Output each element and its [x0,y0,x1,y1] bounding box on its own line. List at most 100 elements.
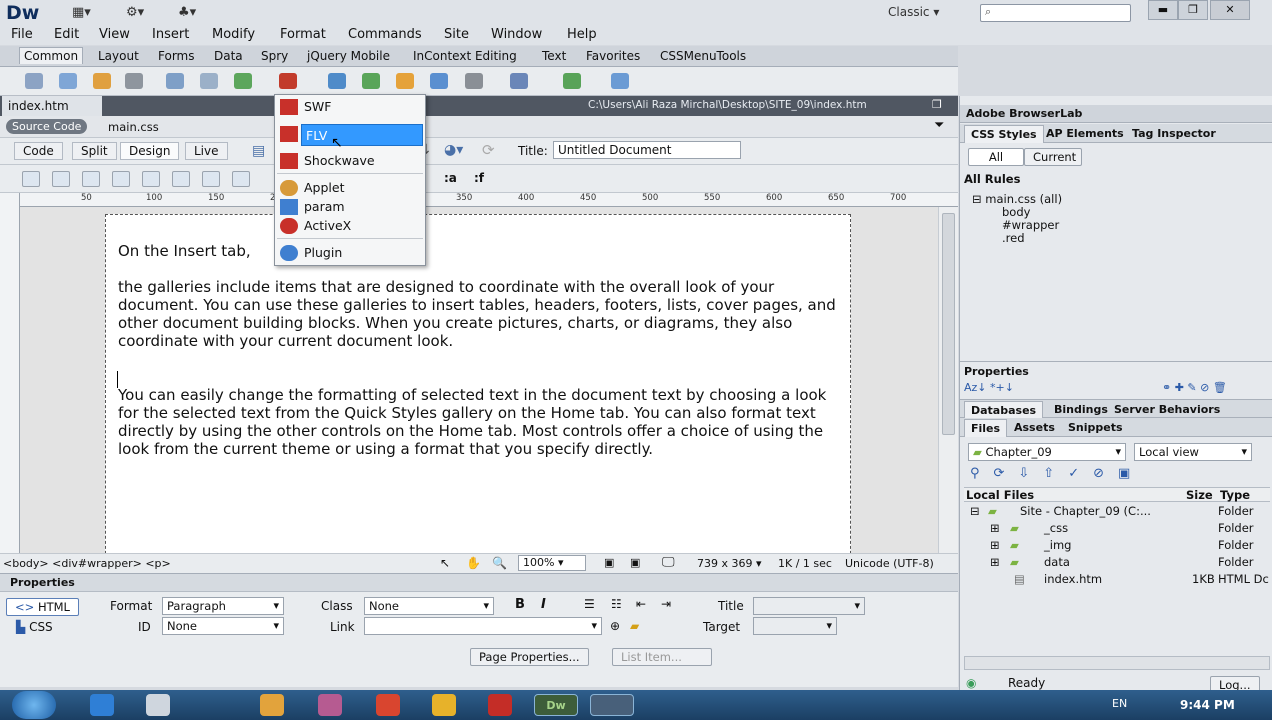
file-row-data[interactable]: ⊞ ▰ data Folder [960,555,1272,572]
zoom-tool-icon[interactable]: 🔍 [492,556,507,570]
menu-modify[interactable]: Modify [212,27,255,42]
menu-commands[interactable]: Commands [348,27,422,42]
tab-tag-inspector[interactable]: Tag Inspector [1126,125,1222,143]
menu-edit[interactable]: Edit [54,27,79,42]
tab-snippets[interactable]: Snippets [1062,419,1129,437]
css-mode-button[interactable]: ▙ CSS [16,620,53,634]
tab-data[interactable]: Data [214,49,243,63]
widget-icon[interactable] [328,73,346,89]
tab-bindings[interactable]: Bindings [1048,401,1114,419]
rule-body[interactable]: body [1002,205,1030,219]
tab-spry[interactable]: Spry [261,49,288,63]
restore-doc-icon[interactable]: ❐ [932,98,942,111]
tab-jquery-mobile[interactable]: jQuery Mobile [307,49,390,63]
app-icon[interactable] [318,694,342,716]
render-projection-icon[interactable] [112,171,130,187]
email-link-icon[interactable] [59,73,77,89]
render-screen-icon[interactable] [22,171,40,187]
menu-help[interactable]: Help [567,27,597,42]
maximize-button[interactable]: ❐ [1178,0,1208,20]
source-code-button[interactable]: Source Code [6,119,88,134]
search-input[interactable]: ⌕ [980,4,1131,22]
browse-folder-icon[interactable]: ▰ [630,619,639,633]
ie-icon[interactable] [90,694,114,716]
design-canvas[interactable]: On the Insert tab, the galleries include… [20,207,938,553]
preview-browser-icon[interactable]: ◕▾ [444,142,463,158]
file-row-css[interactable]: ⊞ ▰ _css Folder [960,521,1272,538]
hyperlink-icon[interactable] [25,73,43,89]
list-item-button[interactable]: List Item... [612,648,712,666]
table-icon[interactable] [166,73,184,89]
language-indicator[interactable]: EN [1112,697,1127,710]
script-icon[interactable] [510,73,528,89]
select-tool-icon[interactable]: ↖ [440,556,450,570]
media-icon[interactable] [279,73,297,89]
minimize-button[interactable]: ▬ [1148,0,1178,20]
css-current-button[interactable]: Current [1024,148,1082,166]
tab-assets[interactable]: Assets [1008,419,1061,437]
firefox-icon[interactable] [376,694,400,716]
split-view-button[interactable]: Split [72,142,117,160]
browserlab-header[interactable]: Adobe BrowserLab [960,105,1272,123]
acrobat-icon[interactable] [488,694,512,716]
wrapper-div[interactable]: On the Insert tab, the galleries include… [105,214,851,553]
live-view-button[interactable]: Live [185,142,228,160]
head-icon[interactable] [465,73,483,89]
desktop-size-icon[interactable]: 🖵 [662,555,675,570]
menu-item-activex[interactable]: ActiveX [276,215,424,237]
window-size[interactable]: 739 x 369 ▾ [697,557,762,570]
menu-item-swf[interactable]: SWF [276,96,424,118]
files-hscroll[interactable] [964,656,1270,670]
bold-button[interactable]: B [515,597,525,612]
page-properties-button[interactable]: Page Properties... [470,648,589,666]
rule-red[interactable]: .red [1002,231,1025,245]
collapse-icon[interactable]: ⊟ [970,504,980,518]
link-style-a[interactable]: :a [444,171,457,185]
local-files-header[interactable]: Local Files [966,488,1034,502]
tab-databases[interactable]: Databases [964,401,1044,419]
id-select[interactable]: None [162,617,284,635]
paragraph-2[interactable]: the galleries include items that are des… [118,278,848,350]
horizontal-rule-icon[interactable] [125,73,143,89]
tab-files[interactable]: Files [964,419,1008,437]
tab-forms[interactable]: Forms [158,49,194,63]
named-anchor-icon[interactable] [93,73,111,89]
size-header[interactable]: Size [1186,488,1213,502]
tablet-size-icon[interactable]: ▣ [630,556,640,569]
menu-view[interactable]: View [99,27,130,42]
layout-icon[interactable]: ▦▾ [72,5,91,20]
class-select[interactable]: None [364,597,494,615]
css-all-button[interactable]: All [968,148,1024,166]
format-select[interactable]: Paragraph [162,597,284,615]
expand-icon[interactable]: ⊞ [990,555,1000,569]
tag-selector[interactable]: <body> <div#wrapper> <p> [3,557,171,570]
zoom-select[interactable]: 100% ▾ [518,555,586,571]
panel-divider[interactable] [960,361,1272,362]
explorer-icon[interactable] [146,694,170,716]
link-style-f[interactable]: :f [474,171,484,185]
expand-icon[interactable]: ⊞ [990,538,1000,552]
hand-tool-icon[interactable]: ✋ [466,556,481,570]
menu-window[interactable]: Window [491,27,542,42]
files-toolbar-icons[interactable]: ⚲⟳⇩⇧✓⊘▣ [970,466,1144,481]
expand-icon[interactable]: ⊞ [990,521,1000,535]
paragraph-1[interactable]: On the Insert tab, [118,242,848,260]
point-to-file-icon[interactable]: ⊕ [610,619,620,633]
div-icon[interactable] [200,73,218,89]
link-input[interactable] [364,617,602,635]
tab-ap-elements[interactable]: AP Elements [1040,125,1130,143]
document-tab[interactable]: index.htm ✕ [2,96,102,127]
recorder-taskbar-icon[interactable] [590,694,634,716]
media-player-icon[interactable] [260,694,284,716]
css-props-actions-icons[interactable]: ⚭ ✚ ✎ ⊘ 🗑 [1162,381,1227,394]
tab-text[interactable]: Text [542,49,566,63]
refresh-icon[interactable]: ⟳ [482,141,495,159]
outdent-icon[interactable]: ⇤ [636,597,646,611]
tag-chooser-icon[interactable] [611,73,629,89]
html-mode-button[interactable]: <> HTML [6,598,79,616]
site-select[interactable]: ▰ Chapter_09 [968,443,1126,461]
view-select[interactable]: Local view [1134,443,1252,461]
related-file-main-css[interactable]: main.css [108,120,159,134]
design-view-button[interactable]: Design [120,142,180,160]
tab-cssmenutools[interactable]: CSSMenuTools [660,49,746,63]
